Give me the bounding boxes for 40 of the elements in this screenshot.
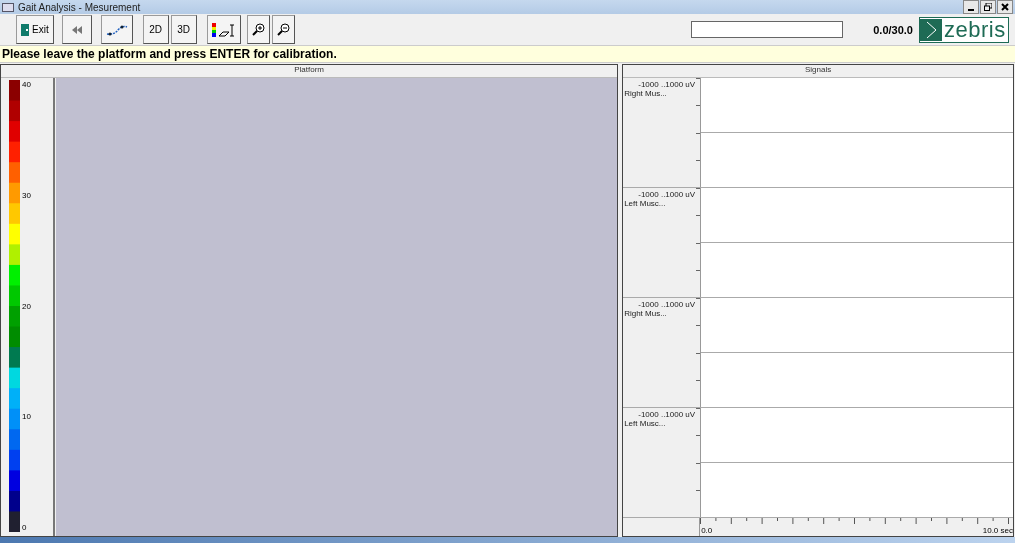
minimize-button[interactable] — [963, 0, 979, 14]
channel-name: Right Mus... — [624, 89, 668, 98]
zoom-out-icon — [276, 23, 290, 36]
time-readout: 0.0/30.0 — [873, 23, 913, 36]
toolbar-button[interactable]: Exit — [16, 15, 54, 44]
axis-label: 10.0 sec — [982, 526, 1013, 535]
logo-mark-icon — [920, 18, 942, 41]
footsteps-icon — [105, 23, 128, 36]
scale-label: 0 — [22, 523, 28, 532]
app-icon — [2, 2, 14, 12]
logo: zebris — [919, 16, 1009, 43]
close-icon — [1001, 3, 1009, 11]
status-message: Please leave the platform and press ENTER for calibration. — [0, 45, 1015, 63]
channel-name: Right Mus... — [624, 309, 668, 318]
scale-label: 20 — [22, 301, 31, 311]
restore-button[interactable] — [980, 0, 996, 14]
restore-icon — [984, 3, 992, 11]
color-scale-icon — [211, 22, 236, 37]
rewind-button[interactable] — [61, 15, 92, 44]
range-label: -1000 ..1000 uV — [637, 300, 697, 309]
range-label: -1000 ..1000 uV — [637, 80, 697, 89]
window-title: Gait Analysis - Mesurement — [18, 1, 141, 13]
rewind-icon — [71, 25, 82, 34]
toolbar-button[interactable]: 3D — [170, 15, 197, 44]
door-icon — [21, 23, 29, 36]
walk-button[interactable] — [100, 15, 133, 44]
toolbar-button[interactable]: 2D — [142, 15, 169, 44]
scale-button[interactable] — [206, 15, 241, 44]
zoom-in-icon — [251, 23, 265, 36]
channel-name: Left Musc... — [624, 199, 667, 208]
zoom-out-button[interactable] — [271, 15, 295, 44]
range-label: -1000 ..1000 uV — [637, 410, 697, 419]
range-label: -1000 ..1000 uV — [637, 190, 697, 199]
channel-name: Left Musc... — [624, 419, 667, 428]
zoom-in-button[interactable] — [246, 15, 270, 44]
scale-label: 40 — [22, 80, 31, 89]
close-button[interactable] — [997, 0, 1013, 14]
axis-label: 0.0 — [701, 526, 713, 535]
scale-label: 10 — [22, 412, 31, 422]
scale-label: 30 — [22, 190, 31, 200]
